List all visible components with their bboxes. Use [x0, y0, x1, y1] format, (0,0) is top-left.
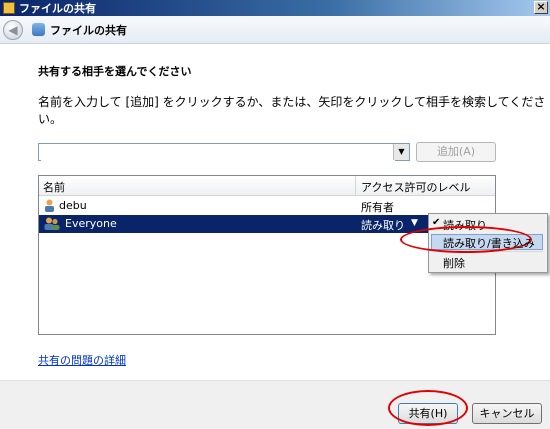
menu-item-label: 削除 [443, 257, 465, 270]
share-icon [32, 23, 45, 36]
instruction-text: 名前を入力して [追加] をクリックするか、または、矢印をクリックして相手を検索… [38, 95, 546, 126]
sharing-help-link[interactable]: 共有の問題の詳細 [38, 352, 126, 368]
cancel-button[interactable]: キャンセル [472, 403, 542, 424]
user-icon [45, 199, 54, 212]
row-permission[interactable]: 読み取り [361, 217, 405, 233]
user-name-input[interactable] [41, 145, 395, 161]
back-arrow-icon: ◀ [8, 22, 18, 37]
nav-bar: ◀ ファイルの共有 [0, 16, 550, 44]
permission-context-menu: ✔ 読み取り 読み取り/書き込み 削除 [428, 213, 548, 273]
window-titlebar: ファイルの共有 × [0, 0, 550, 16]
row-permission: 所有者 [361, 201, 394, 214]
combo-dropdown-button[interactable]: ▼ [393, 144, 409, 160]
permission-dropdown-icon[interactable]: ▼ [411, 218, 418, 228]
close-button[interactable]: × [534, 1, 548, 14]
annotation-circle-share [388, 390, 468, 426]
window-title: ファイルの共有 [19, 2, 96, 15]
group-icon [44, 217, 60, 230]
row-name: Everyone [65, 217, 117, 230]
menu-item-read-write[interactable]: 読み取り/書き込み [429, 233, 547, 252]
page-heading: 共有する相手を選んでください [38, 65, 192, 78]
menu-item-delete[interactable]: 削除 [429, 253, 547, 272]
column-header-permission[interactable]: アクセス許可のレベル [361, 179, 470, 195]
row-name: debu [59, 199, 87, 212]
column-divider[interactable] [355, 176, 356, 195]
menu-item-label: 読み取り/書き込み [443, 237, 535, 250]
chevron-down-icon: ▼ [398, 147, 405, 156]
column-header-name[interactable]: 名前 [43, 179, 65, 195]
nav-title: ファイルの共有 [50, 23, 127, 37]
list-header: 名前 アクセス許可のレベル [39, 176, 495, 196]
user-combobox[interactable]: ▼ [38, 143, 410, 161]
share-app-icon [3, 2, 15, 14]
add-button[interactable]: 追加(A) [416, 142, 496, 162]
table-row[interactable]: debu 所有者 [39, 197, 495, 215]
back-button[interactable]: ◀ [3, 19, 23, 40]
